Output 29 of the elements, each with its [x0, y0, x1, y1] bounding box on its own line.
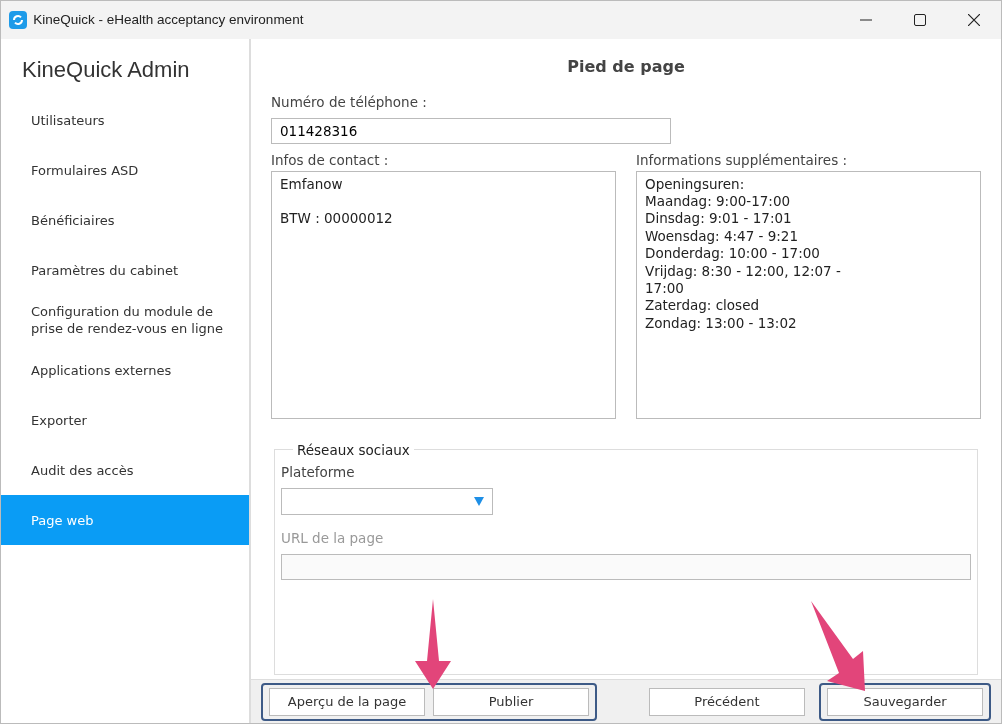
- sidebar-item[interactable]: Utilisateurs: [1, 95, 249, 146]
- footer-button[interactable]: Publier: [433, 687, 589, 716]
- window-title: KineQuick - eHealth acceptancy environment: [33, 10, 305, 29]
- sidebar-item[interactable]: Bénéficiaires: [1, 195, 249, 246]
- close-icon: [968, 14, 980, 26]
- field-label: Informations supplémentaires :: [636, 151, 848, 171]
- sidebar-item[interactable]: Configuration du module de prise de rendez-vous en ligne: [1, 295, 249, 346]
- field-label: Infos de contact :: [271, 151, 389, 171]
- app-logo-icon: [9, 11, 27, 29]
- maximize-icon: [914, 14, 926, 26]
- minimize-icon: [860, 19, 872, 21]
- field-label: Numéro de téléphone :: [271, 92, 427, 112]
- field-label: URL de la page: [281, 528, 384, 548]
- app-title: KineQuick Admin: [22, 57, 191, 84]
- field-label: Plateforme: [281, 462, 355, 482]
- sidebar-item[interactable]: Formulaires ASD: [1, 145, 249, 196]
- sidebar-item[interactable]: Applications externes: [1, 345, 249, 396]
- platform-dropdown[interactable]: [281, 488, 493, 516]
- footer-button[interactable]: Précédent: [649, 687, 805, 716]
- footer-button[interactable]: Aperçu de la page: [269, 687, 425, 716]
- dropdown-caret-icon: [474, 497, 484, 507]
- sidebar-item[interactable]: Paramètres du cabinet: [1, 245, 249, 296]
- page-title: Pied de page: [567, 56, 685, 78]
- footer-button[interactable]: Sauvegarder: [827, 687, 983, 716]
- extra-info-text-area[interactable]: Openingsuren: Maandag: 9:00-17:00 Dinsdag: 9:01 - 17:01 Woensdag: 4:47 - 9:21 Donderdag: 10:00 - 17:00 Vrijdag: 8:30 - 12:00, 12:07 - 17:00 Zaterdag: closed Zondag: 13:00 - 13:02: [636, 170, 981, 419]
- phone-input-field[interactable]: 011428316: [271, 118, 671, 144]
- contact-text-area[interactable]: Emfanow BTW : 00000012: [271, 170, 616, 419]
- sidebar-item[interactable]: Audit des accès: [1, 445, 249, 496]
- sidebar-item[interactable]: Exporter: [1, 395, 249, 446]
